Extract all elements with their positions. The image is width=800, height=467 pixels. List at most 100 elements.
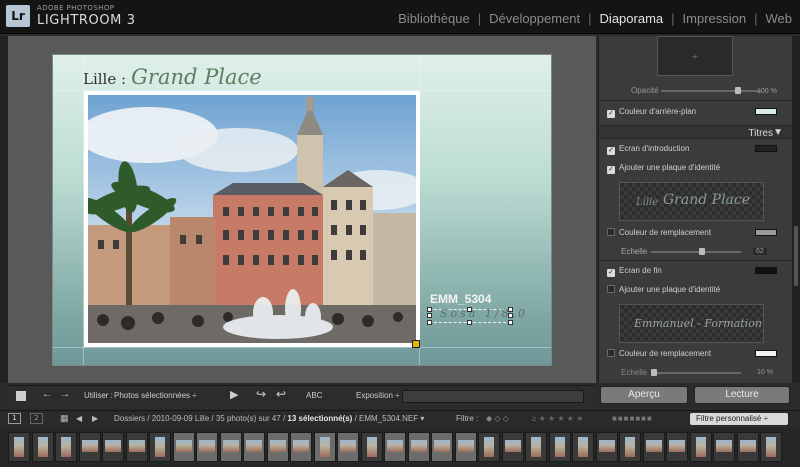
filmstrip-thumbnail[interactable] (219, 432, 242, 462)
filmstrip-thumbnail[interactable] (642, 432, 665, 462)
filmstrip-thumbnail[interactable] (407, 432, 430, 462)
bg-color-swatch[interactable] (755, 108, 777, 115)
scale-slider-track[interactable] (651, 251, 741, 253)
end-identity-plate[interactable]: Emmanuel - Formation (619, 304, 764, 343)
scale-slider-knob[interactable] (699, 248, 705, 255)
filmstrip-thumbnail[interactable] (713, 432, 735, 462)
scale-slider-knob-2[interactable] (651, 369, 657, 376)
end-color-swatch[interactable] (755, 267, 777, 274)
filmstrip-thumbnail[interactable] (149, 432, 171, 462)
slide-photo[interactable] (84, 91, 420, 347)
bg-color-row[interactable]: ✓ Couleur d'arrière-plan (607, 107, 696, 118)
main-window-button[interactable]: 1 (8, 413, 21, 424)
filmstrip-thumbnail[interactable] (55, 432, 77, 462)
rotate-right-icon[interactable]: ↩ (276, 387, 286, 401)
module-develop[interactable]: Développement (489, 11, 580, 26)
next-slide-icon[interactable]: → (60, 389, 70, 400)
use-dropdown[interactable]: Photos sélectionnées ÷ (114, 391, 197, 400)
module-library[interactable]: Bibliothèque (398, 11, 470, 26)
filmstrip-thumbnail[interactable] (689, 432, 712, 462)
add-text-button[interactable]: ABC (306, 391, 322, 400)
rotate-left-icon[interactable]: ↪ (256, 387, 266, 401)
module-slideshow[interactable]: Diaporama (600, 11, 664, 26)
end-screen-row[interactable]: ✓ Ecran de fin (607, 266, 662, 277)
checkbox-unchecked[interactable] (607, 228, 615, 236)
scale-slider-track-2[interactable] (651, 372, 741, 374)
forward-arrow-icon[interactable]: ▶ (92, 414, 98, 423)
replacement-color-swatch[interactable] (755, 229, 777, 236)
filmstrip-thumbnail[interactable] (78, 432, 101, 462)
filmstrip-thumbnail[interactable] (125, 432, 148, 462)
filmstrip[interactable] (0, 428, 800, 467)
filmstrip-thumbnail[interactable] (760, 432, 782, 462)
filmstrip-thumbnail[interactable] (595, 432, 618, 462)
replacement-color-row[interactable]: Couleur de remplacement (607, 228, 711, 237)
filmstrip-thumbnail[interactable] (31, 432, 54, 462)
resize-handle[interactable] (508, 320, 513, 325)
intro-color-swatch[interactable] (755, 145, 777, 152)
filmstrip-thumbnail[interactable] (501, 432, 524, 462)
rating-filter-icon[interactable]: ≥ ★ ★ ★ ★ ★ (532, 414, 583, 423)
checkbox-unchecked[interactable] (607, 285, 615, 293)
source-path[interactable]: Dossiers / 2010-09-09 Lille / 35 photo(s… (114, 414, 424, 423)
filmstrip-thumbnail[interactable] (172, 432, 195, 462)
filename-caption[interactable]: EMM_5304 (430, 292, 491, 306)
anchor-point-handle[interactable] (412, 340, 420, 348)
filmstrip-thumbnail[interactable] (736, 432, 759, 462)
checkbox-unchecked[interactable] (607, 349, 615, 357)
filmstrip-thumbnail[interactable] (572, 432, 594, 462)
resize-handle[interactable] (508, 307, 513, 312)
filmstrip-thumbnail[interactable] (8, 432, 30, 462)
module-web[interactable]: Web (766, 11, 793, 26)
intro-identity-plate[interactable]: Lille Grand Place (619, 182, 764, 221)
filmstrip-thumbnail[interactable] (666, 432, 688, 462)
layout-guide[interactable] (53, 347, 551, 348)
intro-screen-row[interactable]: ✓ Ecran d'introduction (607, 144, 689, 155)
titles-section-header[interactable]: Titres ▼ (599, 125, 793, 139)
right-panel-scrollbar[interactable] (792, 36, 800, 383)
stop-icon[interactable] (16, 391, 26, 401)
filmstrip-thumbnail[interactable] (431, 432, 453, 462)
module-print[interactable]: Impression (683, 11, 747, 26)
replacement-color-row-2[interactable]: Couleur de remplacement (607, 349, 711, 358)
filmstrip-thumbnail[interactable] (196, 432, 218, 462)
filmstrip-thumbnail[interactable] (478, 432, 500, 462)
filmstrip-thumbnail[interactable] (384, 432, 406, 462)
filmstrip-thumbnail[interactable] (548, 432, 571, 462)
scale-value[interactable]: 62 (753, 248, 767, 255)
filmstrip-thumbnail[interactable] (525, 432, 547, 462)
text-overlay-field[interactable] (402, 390, 584, 403)
filmstrip-thumbnail[interactable] (337, 432, 359, 462)
checkbox-checked[interactable]: ✓ (607, 110, 615, 118)
add-identity-row-2[interactable]: Ajouter une plaque d'identité (607, 285, 720, 294)
checkbox-checked[interactable]: ✓ (607, 269, 615, 277)
filmstrip-thumbnail[interactable] (243, 432, 265, 462)
color-label-filter-icon[interactable]: ■■■■■■■ (612, 414, 653, 423)
resize-handle[interactable] (467, 320, 472, 325)
grid-view-icon[interactable]: ▦ (60, 413, 69, 424)
flag-filter-icon[interactable]: ◆ ◇ ◇ (486, 414, 509, 423)
identity-plate-title[interactable]: Lille : Grand Place (83, 65, 262, 89)
filter-preset-select[interactable]: Filtre personnalisé ÷ (690, 413, 788, 425)
opacity-slider-track[interactable] (661, 90, 761, 92)
previous-slide-icon[interactable]: ← (42, 389, 52, 400)
second-window-button[interactable]: 2 (30, 413, 43, 424)
checkbox-checked[interactable]: ✓ (607, 166, 615, 174)
resize-handle[interactable] (427, 320, 432, 325)
back-arrow-icon[interactable]: ◀ (76, 414, 82, 423)
filmstrip-thumbnail[interactable] (313, 432, 336, 462)
filmstrip-thumbnail[interactable] (454, 432, 477, 462)
play-button[interactable]: Lecture (694, 386, 790, 404)
play-icon[interactable]: ▶ (230, 388, 238, 401)
left-panel-collapsed[interactable] (0, 36, 8, 383)
replacement-color-swatch-2[interactable] (755, 350, 777, 357)
resize-handle[interactable] (427, 313, 432, 318)
filmstrip-thumbnail[interactable] (619, 432, 641, 462)
add-identity-row[interactable]: ✓ Ajouter une plaque d'identité (607, 163, 720, 174)
filmstrip-thumbnail[interactable] (290, 432, 312, 462)
background-image-well[interactable]: + (657, 36, 733, 76)
exposure-dropdown[interactable]: Exposition ÷ (356, 391, 400, 400)
scrollbar-thumb[interactable] (794, 226, 798, 286)
filmstrip-thumbnail[interactable] (266, 432, 289, 462)
opacity-slider-knob[interactable] (735, 87, 741, 94)
